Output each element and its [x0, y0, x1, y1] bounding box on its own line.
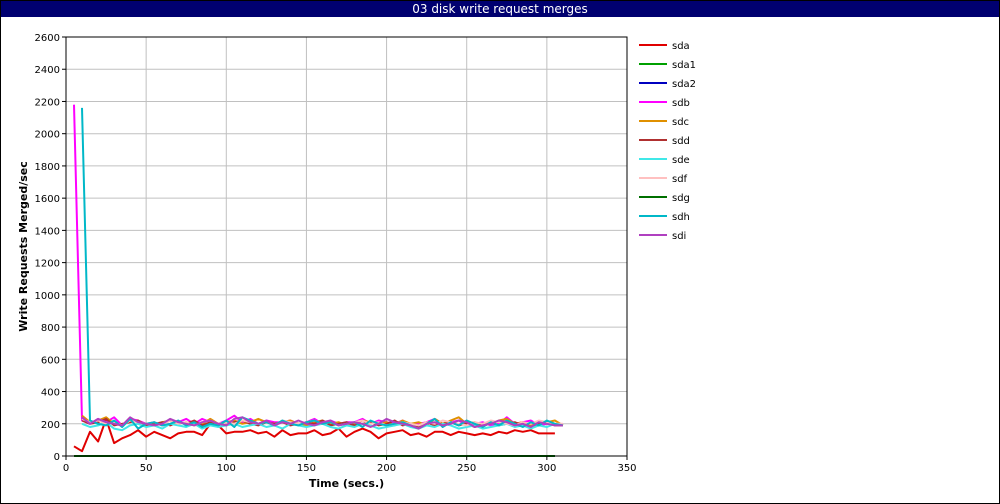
legend-label-sdh: sdh: [672, 212, 690, 223]
x-tick-label: 350: [617, 463, 636, 474]
legend-label-sda1: sda1: [672, 60, 696, 71]
x-tick-label: 250: [457, 463, 476, 474]
y-tick-label: 200: [41, 420, 60, 431]
y-tick-label: 800: [41, 323, 60, 334]
legend-label-sdb: sdb: [672, 98, 690, 109]
legend-label-sdi: sdi: [672, 231, 686, 242]
x-tick-label: 50: [140, 463, 153, 474]
y-tick-label: 600: [41, 355, 60, 366]
y-tick-label: 2000: [35, 130, 60, 141]
x-tick-label: 100: [217, 463, 236, 474]
y-tick-label: 1600: [35, 194, 60, 205]
x-tick-label: 0: [63, 463, 69, 474]
legend-label-sde: sde: [672, 155, 690, 166]
chart-title-bar: 03 disk write request merges: [1, 1, 999, 17]
x-tick-label: 150: [297, 463, 316, 474]
legend-label-sdd: sdd: [672, 136, 690, 147]
legend-label-sda2: sda2: [672, 79, 696, 90]
legend-label-sdc: sdc: [672, 117, 689, 128]
y-tick-label: 0: [54, 452, 60, 463]
legend: sda sda1 sda2 sdb sdc sdd sde sdf sdg sdh sdi: [639, 41, 696, 242]
y-tick-label: 1800: [35, 162, 60, 173]
chart-window: 03 disk write request merges 0 50 100 150 20…: [0, 0, 1000, 504]
grid: [65, 36, 628, 457]
legend-label-sdg: sdg: [672, 193, 690, 204]
x-tick-label: 200: [377, 463, 396, 474]
x-axis-label: Time (secs.): [309, 477, 384, 490]
y-tick-label: 400: [41, 388, 60, 399]
y-tick-label: 1400: [35, 226, 60, 237]
chart-svg: 0 50 100 150 200 250 300 350 0 200 400 600 800 1000 12…: [17, 33, 696, 490]
legend-label-sdf: sdf: [672, 174, 688, 185]
y-tick-label: 1000: [35, 291, 60, 302]
plot-area: [66, 37, 627, 456]
x-tick-label: 300: [537, 463, 556, 474]
y-axis-label: Write Requests Merged/sec: [17, 161, 30, 332]
y-tick-label: 2400: [35, 65, 60, 76]
legend-label-sda: sda: [672, 41, 690, 52]
y-tick-label: 1200: [35, 259, 60, 270]
y-tick-label: 2200: [35, 97, 60, 108]
y-tick-label: 2600: [35, 33, 60, 44]
